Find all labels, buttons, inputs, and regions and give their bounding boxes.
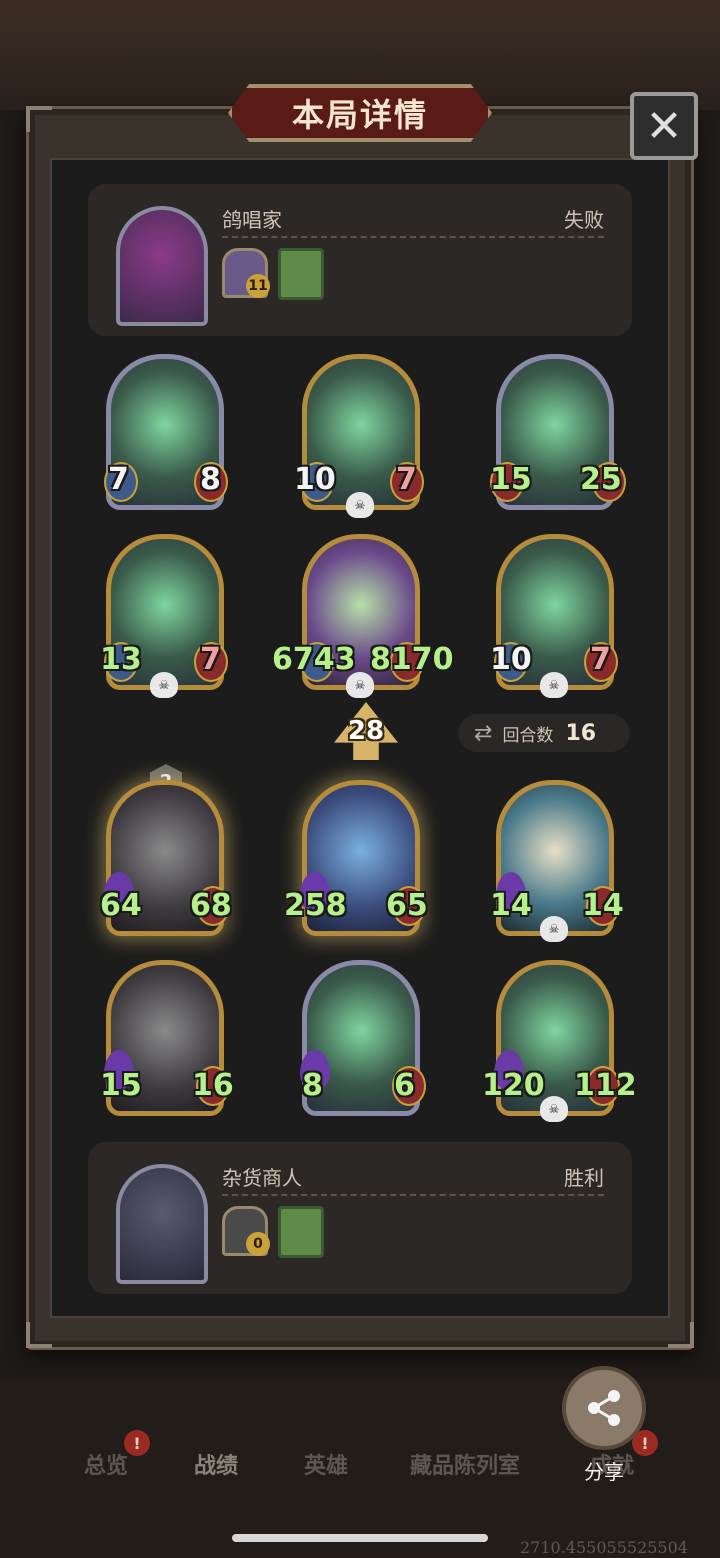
tab-heroes[interactable]: 英雄 bbox=[304, 1448, 348, 1480]
minion-health: 8 bbox=[200, 462, 221, 497]
home-indicator[interactable] bbox=[232, 1534, 488, 1542]
minion-attack: 64 bbox=[100, 888, 142, 923]
notification-badge: ! bbox=[124, 1430, 150, 1456]
minion-health: 7 bbox=[200, 642, 221, 677]
tab-collection-gallery[interactable]: 藏品陈列室 bbox=[410, 1448, 520, 1480]
hero-portrait[interactable] bbox=[116, 1164, 208, 1284]
share-label: 分享 bbox=[584, 1460, 624, 1484]
minion-attack: 10 bbox=[294, 462, 336, 497]
divider bbox=[222, 236, 604, 238]
skull-icon: ☠ bbox=[346, 492, 374, 518]
player-summary-bottom: 杂货商人 胜利 0 bbox=[88, 1142, 632, 1294]
tab-overview[interactable]: 总览 bbox=[84, 1448, 128, 1480]
minion-attack: 6743 bbox=[272, 642, 356, 677]
player-name: 杂货商人 bbox=[222, 1166, 302, 1190]
close-button[interactable]: ✕ bbox=[630, 92, 698, 160]
player-result: 胜利 bbox=[564, 1166, 604, 1190]
player-result: 失败 bbox=[564, 208, 604, 232]
minion-health: 68 bbox=[190, 888, 232, 923]
minion-health: 7 bbox=[590, 642, 611, 677]
minion-health: 25 bbox=[580, 462, 622, 497]
share-icon bbox=[588, 1390, 620, 1426]
rounds-counter: ⇄ 回合数 16 bbox=[458, 714, 630, 752]
minion-attack: 15 bbox=[490, 462, 532, 497]
rounds-value: 16 bbox=[565, 720, 597, 746]
minion-health: 14 bbox=[582, 888, 624, 923]
book-icon[interactable] bbox=[278, 1206, 324, 1258]
book-icon[interactable] bbox=[278, 248, 324, 300]
minion-attack: 8 bbox=[302, 1068, 323, 1103]
relic-count-badge: 11 bbox=[246, 274, 270, 298]
skull-icon: ☠ bbox=[150, 672, 178, 698]
title-plate: 本局详情 bbox=[228, 84, 492, 142]
minion-attack: 14 bbox=[490, 888, 532, 923]
damage-value: 28 bbox=[347, 716, 385, 746]
repeat-icon: ⇄ bbox=[474, 720, 493, 746]
skull-icon: ☠ bbox=[540, 916, 568, 942]
share-button[interactable] bbox=[562, 1366, 646, 1450]
panel-corner bbox=[26, 106, 52, 132]
player-name: 鸽唱家 bbox=[222, 208, 282, 232]
close-icon: ✕ bbox=[645, 100, 683, 152]
minion-attack: 7 bbox=[108, 462, 129, 497]
minion-attack: 15 bbox=[100, 1068, 142, 1103]
tab-records[interactable]: 战绩 bbox=[194, 1448, 238, 1480]
divider bbox=[222, 1194, 604, 1196]
minion-health: 65 bbox=[386, 888, 428, 923]
minion-attack: 120 bbox=[482, 1068, 545, 1103]
rounds-label: 回合数 bbox=[502, 725, 554, 746]
panel-corner bbox=[26, 1322, 52, 1348]
minion-attack: 10 bbox=[490, 642, 532, 677]
minion-health: 6 bbox=[394, 1068, 415, 1103]
minion-attack: 258 bbox=[284, 888, 347, 923]
skull-icon: ☠ bbox=[540, 672, 568, 698]
hero-portrait[interactable] bbox=[116, 206, 208, 326]
dialog-title: 本局详情 bbox=[291, 96, 428, 134]
watermark: 2710.455055525504 bbox=[520, 1538, 688, 1557]
minion-health: 8170 bbox=[370, 642, 454, 677]
player-summary-top: 鸽唱家 失败 11 bbox=[88, 184, 632, 336]
minion-health: 16 bbox=[192, 1068, 234, 1103]
minion-attack: 13 bbox=[100, 642, 142, 677]
minion-health: 112 bbox=[574, 1068, 637, 1103]
minion-health: 7 bbox=[396, 462, 417, 497]
panel-corner bbox=[668, 1322, 694, 1348]
relic-count-badge: 0 bbox=[246, 1232, 270, 1256]
